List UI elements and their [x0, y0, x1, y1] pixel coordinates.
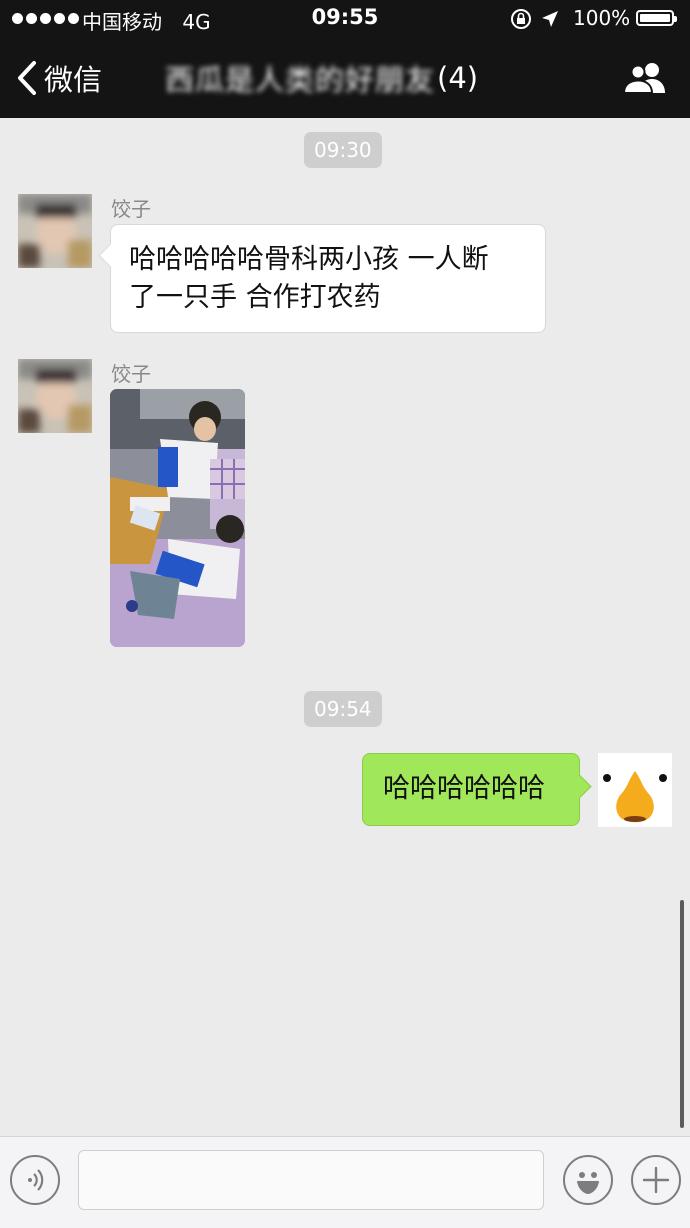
message-text-line: 了一只手 合作打农药: [129, 282, 381, 313]
more-button[interactable]: [631, 1155, 681, 1205]
message-input[interactable]: [78, 1150, 544, 1210]
sender-name: 饺子: [111, 197, 151, 221]
battery-icon: [636, 10, 677, 26]
group-members-icon[interactable]: [622, 60, 668, 96]
smiley-icon: [577, 1172, 599, 1194]
message-bubble-outgoing[interactable]: 哈哈哈哈哈哈: [362, 753, 580, 826]
plus-icon: [642, 1166, 670, 1194]
avatar[interactable]: [18, 194, 92, 268]
my-avatar[interactable]: [598, 753, 672, 827]
back-label: 微信: [44, 63, 103, 97]
status-bar: 中国移动 4G 09:55 100%: [0, 0, 690, 38]
input-bar: [0, 1136, 690, 1228]
location-arrow-icon: [542, 11, 558, 27]
battery-percent: 100%: [573, 6, 631, 30]
avatar[interactable]: [18, 359, 92, 433]
duck-face-avatar-icon: [598, 753, 672, 827]
emoji-button[interactable]: [563, 1155, 613, 1205]
blurred-avatar-image: [18, 194, 92, 268]
timestamp-0954: 09:54: [304, 691, 382, 727]
message-text-line: 哈哈哈哈哈骨科两小孩 一人断: [129, 244, 489, 275]
photo-kids-playing-image: [110, 389, 245, 647]
chat-title: 西瓜是人类的好朋友 (4): [165, 56, 530, 100]
blurred-avatar-image: [18, 359, 92, 433]
message-bubble-incoming[interactable]: 哈哈哈哈哈骨科两小孩 一人断 了一只手 合作打农药: [110, 224, 546, 333]
scrollbar[interactable]: [680, 900, 684, 1128]
message-text: 哈哈哈哈哈哈: [383, 773, 545, 804]
top-bar: 中国移动 4G 09:55 100% 微信 西瓜是人类的好朋友 (4): [0, 0, 690, 118]
voice-toggle-button[interactable]: [10, 1155, 60, 1205]
sender-name: 饺子: [111, 362, 151, 386]
member-count: (4): [437, 61, 479, 95]
voice-wave-icon: [28, 1169, 44, 1191]
rotation-lock-icon: [511, 9, 531, 29]
back-button[interactable]: 微信: [16, 56, 102, 100]
chevron-left-icon: [18, 61, 36, 95]
image-message[interactable]: [110, 389, 245, 647]
chat-title-text: 西瓜是人类的好朋友: [165, 63, 436, 97]
timestamp-0930: 09:30: [304, 132, 382, 168]
